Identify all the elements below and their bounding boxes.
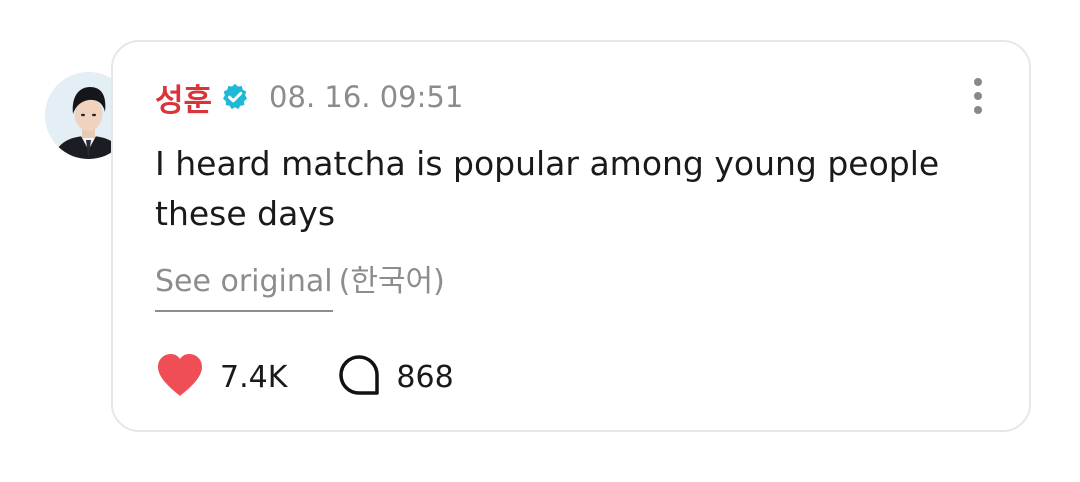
post-timestamp: 08. 16. 09:51 — [269, 80, 464, 114]
comment-count: 868 — [396, 359, 454, 395]
post-header: 성훈 08. 16. 09:51 — [155, 75, 463, 119]
original-language-label: (한국어) — [338, 264, 445, 299]
like-button[interactable]: 7.4K — [155, 352, 287, 402]
like-count: 7.4K — [220, 359, 288, 395]
more-vertical-icon[interactable] — [973, 78, 983, 114]
post-card[interactable]: 성훈 08. 16. 09:51 I heard matcha is popul… — [111, 40, 1031, 432]
post-text: I heard matcha is popular among young pe… — [155, 144, 940, 233]
comment-button[interactable]: 868 — [337, 353, 454, 401]
author-name[interactable]: 성훈 — [155, 75, 212, 120]
verified-badge-icon — [220, 82, 250, 112]
heart-icon — [155, 352, 205, 402]
comment-bubble-icon — [337, 353, 381, 401]
see-original-row: See original (한국어) — [155, 260, 445, 312]
see-original-link[interactable]: See original — [155, 260, 333, 312]
post-actions: 7.4K 868 — [155, 352, 454, 402]
